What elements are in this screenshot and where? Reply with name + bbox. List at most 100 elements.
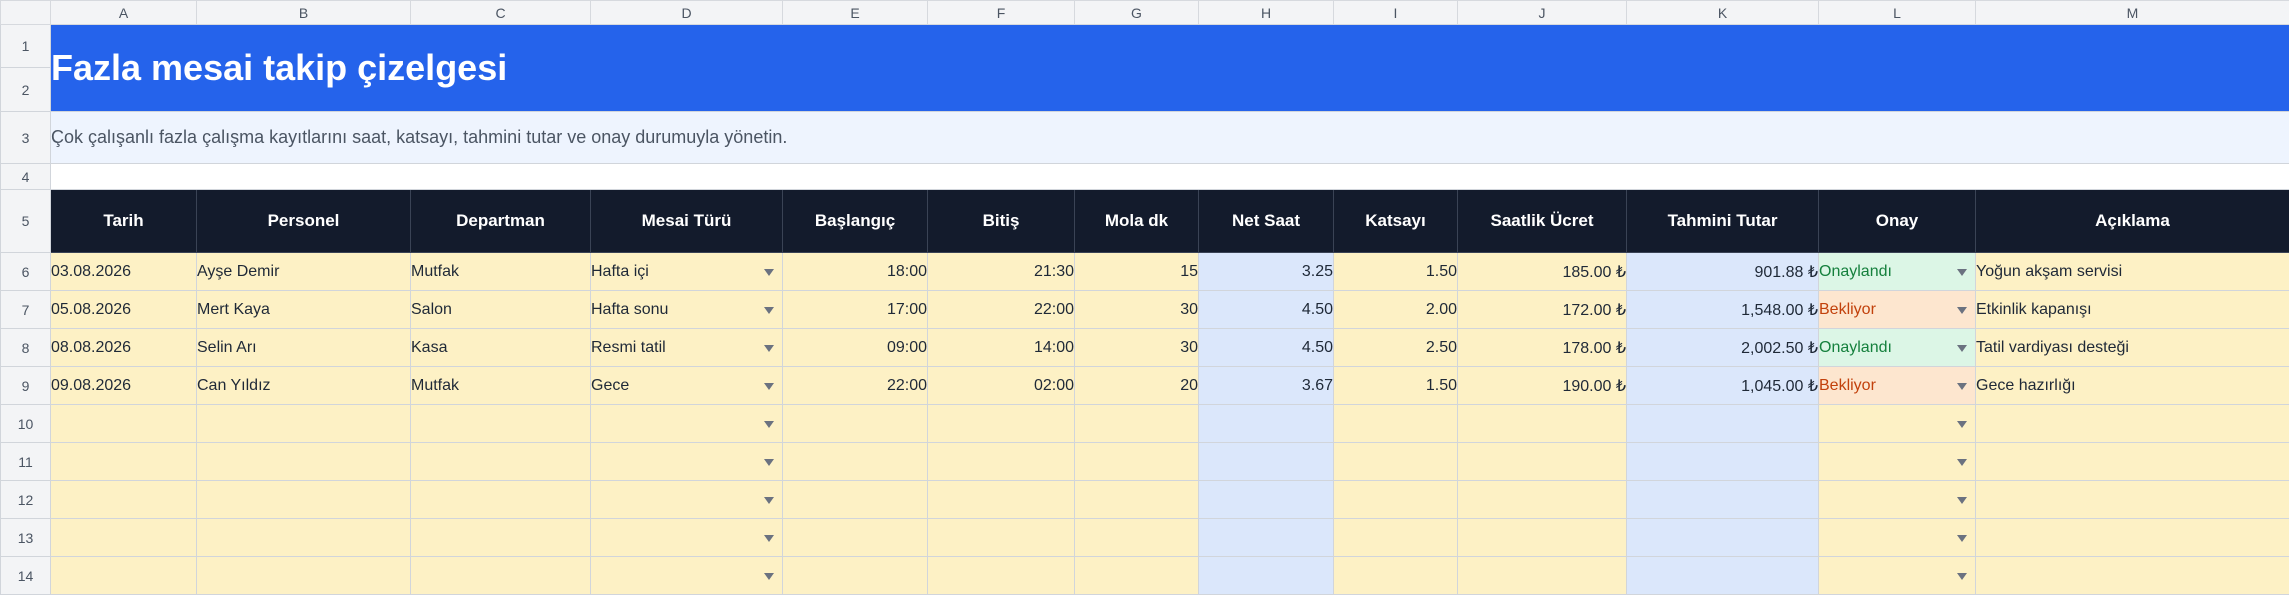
cell-departman[interactable] [410,480,591,519]
cell-departman[interactable] [410,556,591,595]
row-number-9[interactable]: 9 [0,366,51,405]
header-mesai-turu[interactable]: Mesai Türü [590,189,783,253]
chevron-down-icon[interactable] [1957,306,1967,314]
column-header-m[interactable]: M [1975,0,2289,25]
cell-tutar[interactable] [1626,556,1819,595]
cell-mola[interactable] [1074,556,1199,595]
cell-aciklama[interactable]: Tatil vardiyası desteği [1975,328,2289,367]
row-number-12[interactable]: 12 [0,480,51,519]
cell-mola[interactable]: 30 [1074,290,1199,329]
cell-onay[interactable] [1818,518,1976,557]
cell-saatlik[interactable] [1457,404,1627,443]
header-aciklama[interactable]: Açıklama [1975,189,2289,253]
cell-net-saat[interactable]: 4.50 [1198,328,1334,367]
cell-net-saat[interactable]: 3.25 [1198,252,1334,291]
cell-bitis[interactable]: 02:00 [927,366,1075,405]
chevron-down-icon[interactable] [1957,344,1967,352]
cell-personel[interactable]: Selin Arı [196,328,411,367]
cell-personel[interactable] [196,480,411,519]
cell-aciklama[interactable] [1975,556,2289,595]
chevron-down-icon[interactable] [1957,420,1967,428]
cell-baslangic[interactable]: 09:00 [782,328,928,367]
cell-katsayi[interactable]: 1.50 [1333,252,1458,291]
cell-baslangic[interactable] [782,404,928,443]
cell-saatlik[interactable]: 172.00 ₺ [1457,290,1627,329]
cell-baslangic[interactable] [782,480,928,519]
header-departman[interactable]: Departman [410,189,591,253]
cell-tutar[interactable] [1626,518,1819,557]
chevron-down-icon[interactable] [1957,458,1967,466]
cell-katsayi[interactable]: 2.50 [1333,328,1458,367]
cell-departman[interactable]: Mutfak [410,252,591,291]
cell-katsayi[interactable]: 1.50 [1333,366,1458,405]
cell-personel[interactable] [196,442,411,481]
cell-tarih[interactable] [50,404,197,443]
header-tahmini-tutar[interactable]: Tahmini Tutar [1626,189,1819,253]
chevron-down-icon[interactable] [764,344,774,352]
cell-baslangic[interactable] [782,442,928,481]
row-number-4[interactable]: 4 [0,163,51,190]
cell-saatlik[interactable]: 190.00 ₺ [1457,366,1627,405]
row-number-10[interactable]: 10 [0,404,51,443]
cell-saatlik[interactable] [1457,518,1627,557]
chevron-down-icon[interactable] [1957,496,1967,504]
column-header-h[interactable]: H [1198,0,1334,25]
column-header-k[interactable]: K [1626,0,1819,25]
cell-tutar[interactable] [1626,404,1819,443]
row-number-11[interactable]: 11 [0,442,51,481]
header-onay[interactable]: Onay [1818,189,1976,253]
chevron-down-icon[interactable] [764,496,774,504]
cell-aciklama[interactable] [1975,518,2289,557]
cell-net-saat[interactable] [1198,518,1334,557]
cell-personel[interactable]: Can Yıldız [196,366,411,405]
cell-onay[interactable]: Bekliyor [1818,290,1976,329]
cell-net-saat[interactable] [1198,480,1334,519]
cell-bitis[interactable] [927,518,1075,557]
chevron-down-icon[interactable] [764,420,774,428]
cell-net-saat[interactable]: 3.67 [1198,366,1334,405]
cell-katsayi[interactable] [1333,404,1458,443]
chevron-down-icon[interactable] [764,458,774,466]
column-header-i[interactable]: I [1333,0,1458,25]
row-number-7[interactable]: 7 [0,290,51,329]
cell-bitis[interactable]: 21:30 [927,252,1075,291]
cell-tutar[interactable] [1626,480,1819,519]
header-tarih[interactable]: Tarih [50,189,197,253]
cell-tarih[interactable]: 09.08.2026 [50,366,197,405]
cell-departman[interactable] [410,518,591,557]
cell-tutar[interactable]: 1,548.00 ₺ [1626,290,1819,329]
cell-tutar[interactable] [1626,442,1819,481]
cell-departman[interactable] [410,404,591,443]
cell-personel[interactable] [196,518,411,557]
header-mola-dk[interactable]: Mola dk [1074,189,1199,253]
cell-aciklama[interactable] [1975,480,2289,519]
cell-mesai-turu[interactable] [590,480,783,519]
chevron-down-icon[interactable] [764,572,774,580]
cell-mola[interactable]: 15 [1074,252,1199,291]
row-number-13[interactable]: 13 [0,518,51,557]
cell-tutar[interactable]: 2,002.50 ₺ [1626,328,1819,367]
column-header-g[interactable]: G [1074,0,1199,25]
chevron-down-icon[interactable] [764,382,774,390]
chevron-down-icon[interactable] [1957,534,1967,542]
cell-aciklama[interactable]: Yoğun akşam servisi [1975,252,2289,291]
sheet-title[interactable]: Fazla mesai takip çizelgesi [50,24,2289,112]
cell-tarih[interactable] [50,556,197,595]
cell-aciklama[interactable] [1975,442,2289,481]
sheet-subtitle[interactable]: Çok çalışanlı fazla çalışma kayıtlarını … [50,111,2289,164]
cell-saatlik[interactable]: 178.00 ₺ [1457,328,1627,367]
cell-departman[interactable] [410,442,591,481]
cell-tutar[interactable]: 901.88 ₺ [1626,252,1819,291]
column-header-e[interactable]: E [782,0,928,25]
cell-tarih[interactable] [50,480,197,519]
cell-departman[interactable]: Kasa [410,328,591,367]
cell-saatlik[interactable]: 185.00 ₺ [1457,252,1627,291]
cell-mesai-turu[interactable] [590,442,783,481]
cell-tarih[interactable]: 03.08.2026 [50,252,197,291]
cell-aciklama[interactable] [1975,404,2289,443]
cell-katsayi[interactable] [1333,556,1458,595]
cell-saatlik[interactable] [1457,442,1627,481]
column-header-j[interactable]: J [1457,0,1627,25]
cell-katsayi[interactable]: 2.00 [1333,290,1458,329]
row-number-14[interactable]: 14 [0,556,51,595]
